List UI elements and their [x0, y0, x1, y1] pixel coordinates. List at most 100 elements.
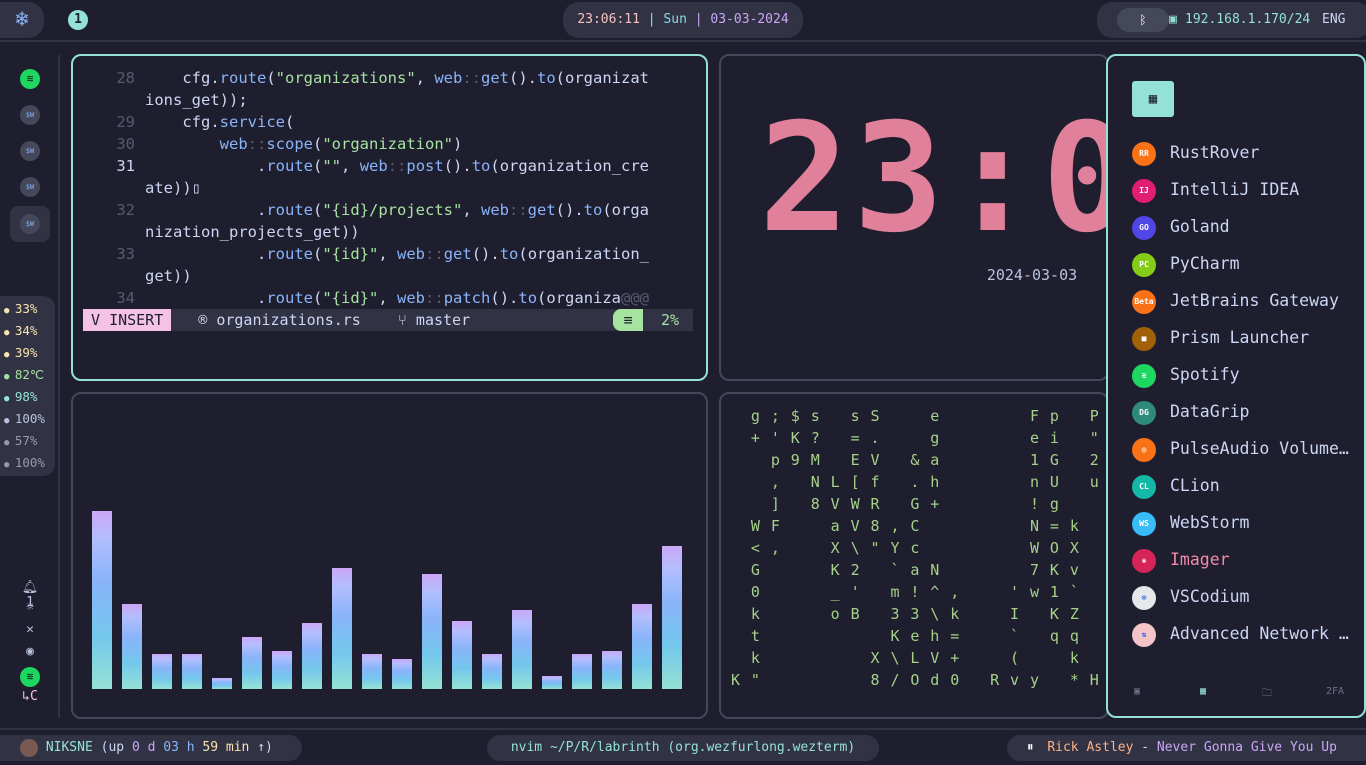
app-item[interactable]: ✻ VSCodium [1132, 582, 1362, 612]
ip-address[interactable]: 192.168.1.170/24 [1185, 2, 1310, 38]
clipboard-icon[interactable]: ↳C [18, 689, 42, 704]
folder-search-icon[interactable]: 🗀 [1262, 686, 1272, 703]
bluetooth-button[interactable]: ᛒ [1117, 8, 1169, 32]
app-name: CLion [1170, 476, 1220, 495]
uptime-h: h [186, 740, 195, 755]
visualizer-bar [482, 654, 502, 689]
keyboard-layout[interactable]: ENG [1322, 2, 1345, 38]
separator: | [694, 12, 703, 27]
clock-pill[interactable]: 23:06:11 | Sun | 03-03-2024 [563, 2, 803, 38]
spotify-workspace-icon[interactable]: ≋ [20, 69, 40, 89]
airplane-off-icon[interactable]: ✕ [18, 622, 42, 637]
app-item[interactable]: ≋ Spotify [1132, 360, 1362, 390]
code-line: 31 .route("", web::post().to(organizatio… [73, 155, 693, 177]
uptime-hours: 03 [163, 740, 179, 755]
app-item[interactable]: GO Goland [1132, 212, 1362, 242]
spotify-tray-icon[interactable]: ≋ [20, 667, 40, 687]
pause-icon[interactable]: ⏸ [1027, 740, 1034, 755]
code-token: route [266, 245, 313, 263]
apps-grid-button[interactable]: ▦ [1132, 81, 1174, 117]
code-token: (). [490, 289, 519, 307]
matrix-row: 0 _' m!^, 'w1` [731, 583, 1109, 601]
app-name: WebStorm [1170, 513, 1250, 532]
stat-value: 34% [14, 323, 38, 338]
scroll-percent: 2% [661, 311, 680, 329]
active-workspace[interactable]: $W [10, 206, 50, 242]
code-token: :: [509, 201, 528, 219]
day: Sun [663, 12, 687, 27]
app-name: RustRover [1170, 143, 1260, 162]
date: 03-03-2024 [710, 12, 789, 27]
app-item[interactable]: CL CLion [1132, 471, 1362, 501]
audio-visualizer-window[interactable] [71, 392, 708, 719]
eye-icon[interactable]: ◉ [18, 644, 42, 659]
app-item[interactable]: Beta JetBrains Gateway [1132, 286, 1362, 316]
stat-item: ● 100% [4, 452, 45, 474]
app-name: JetBrains Gateway [1170, 291, 1339, 310]
code-token: "" [322, 157, 342, 175]
workspace-1-button[interactable]: 1 [68, 10, 88, 30]
visualizer-bar [302, 623, 322, 689]
imagericon: ❀ [1132, 548, 1156, 573]
code-token: web [359, 157, 388, 175]
matrix-row: p9M EV &a 1G 2 [731, 451, 1109, 469]
matrix-row: <, X\"Yc WOX [731, 539, 1109, 557]
code-token: "{id}" [322, 245, 379, 263]
app-item[interactable]: IJ IntelliJ IDEA [1132, 175, 1362, 205]
active-window-title[interactable]: nvim ~/P/R/labrinth (org.wezfurlong.wezt… [487, 735, 879, 761]
terminal-icon[interactable]: ▣ [1134, 686, 1140, 697]
app-item[interactable]: RR RustRover [1132, 138, 1362, 168]
workspace-icon[interactable]: $W [20, 105, 40, 125]
code-token: (). [471, 245, 500, 263]
matrix-row: ] 8VWR G+ !g [731, 495, 1109, 513]
app-item[interactable]: PC PyCharm [1132, 249, 1362, 279]
code-token: , [378, 289, 398, 307]
code-token: web [397, 245, 426, 263]
app-item[interactable]: ⇅ Advanced Network … [1132, 619, 1362, 649]
pycharmicon: PC [1132, 252, 1156, 277]
app-item[interactable]: ■ Prism Launcher [1132, 323, 1362, 353]
visualizer-bar [272, 651, 292, 689]
visualizer-bar [122, 604, 142, 689]
idle-inhibitor-icon[interactable]: ☼ [18, 600, 42, 615]
visualizer-bar [152, 654, 172, 689]
stat-item: ● 82℃ [4, 364, 44, 386]
visualizer-bar [512, 610, 532, 689]
grid-tab-icon[interactable]: ▦ [1200, 686, 1206, 697]
workspace-icon[interactable]: $W [20, 177, 40, 197]
code-token: service [219, 113, 285, 131]
top-bar: ❄ 1 23:06:11 | Sun | 03-03-2024 ᛒ ▣ 192.… [0, 0, 1366, 42]
clock-window[interactable]: 23:06 2024-03-03 [719, 54, 1109, 381]
code-token: , [415, 69, 435, 87]
matrix-row: WF aV8,C N=k [731, 517, 1109, 535]
app-item[interactable]: WS WebStorm [1132, 508, 1362, 538]
app-item[interactable]: ❀ Imager [1132, 545, 1362, 575]
code-token: :: [425, 245, 444, 263]
clock-date: 2024-03-03 [986, 266, 1078, 284]
code-token: . [145, 201, 267, 219]
code-token: to [583, 201, 603, 219]
app-item[interactable]: DG DataGrip [1132, 397, 1362, 427]
code-token: (organiza [537, 289, 622, 307]
terminal-nvim-window[interactable]: 28 cfg.route("organizations", web::get()… [71, 54, 708, 381]
uptime-suffix: ↑) [257, 740, 273, 755]
code-token: , [462, 201, 481, 219]
matrix-row: G K2 `aN 7Kv [731, 561, 1109, 579]
code-line: get)) [73, 265, 693, 287]
twofa-tab[interactable]: 2FA [1326, 686, 1344, 697]
code-line: ate))▯ [73, 177, 693, 199]
app-item[interactable]: ◎ PulseAudio Volume… [1132, 434, 1362, 464]
app-name: Imager [1170, 550, 1230, 569]
workspace-icon[interactable]: $W [20, 141, 40, 161]
rustrovericon: RR [1132, 141, 1156, 166]
media-player[interactable]: ⏸ Rick Astley - Never Gonna Give You Up [1007, 735, 1366, 761]
code-token: @@@ [621, 289, 650, 307]
nixos-launcher-button[interactable]: ❄ [0, 2, 44, 38]
code-token: get [443, 245, 472, 263]
visualizer-bar [662, 546, 682, 689]
uptime-d: d [147, 740, 156, 755]
cpu-icon: ● [4, 306, 15, 316]
code-token: to [471, 157, 491, 175]
matrix-rain-window[interactable]: g;$s sS e Fp P +'K? =. g ei " p9M EV &a … [719, 392, 1109, 719]
code-token: , [378, 245, 398, 263]
